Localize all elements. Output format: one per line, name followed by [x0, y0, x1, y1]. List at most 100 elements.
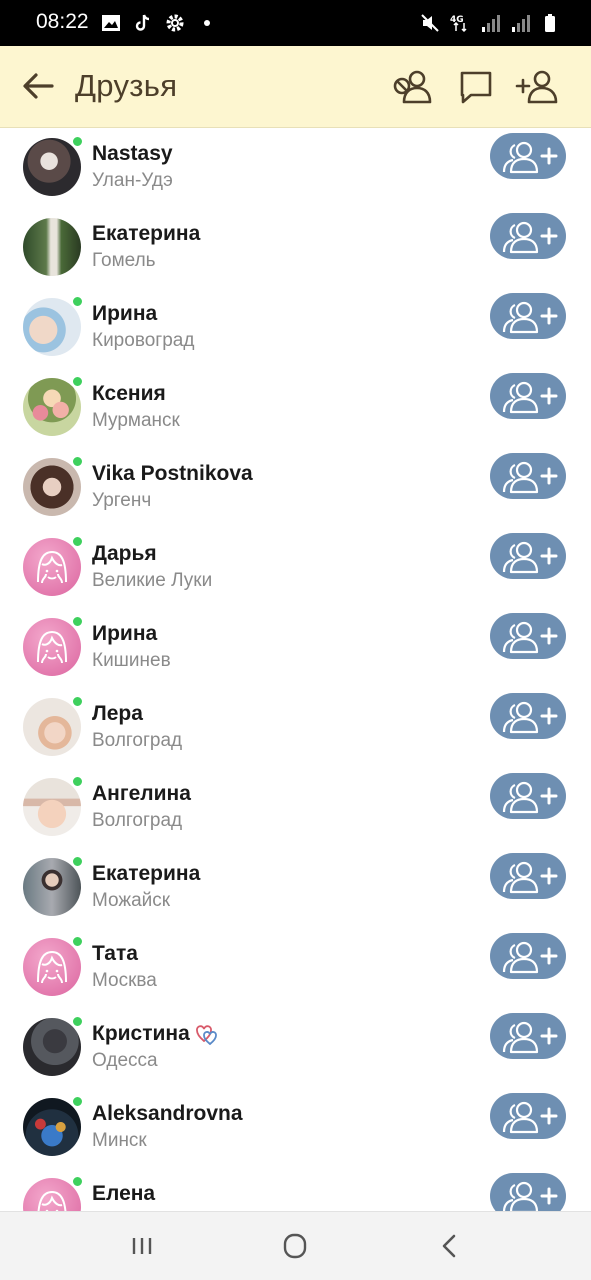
add-friend-icon [502, 621, 558, 654]
avatar-placeholder[interactable] [23, 618, 81, 676]
friend-name[interactable]: Екатерина [92, 222, 200, 246]
add-friend-button[interactable] [490, 933, 566, 979]
add-friend-icon[interactable] [514, 64, 560, 110]
friend-name[interactable]: Дарья [92, 542, 157, 566]
friend-name[interactable]: Екатерина [92, 862, 200, 886]
4g-signal-icon: 4G [450, 15, 467, 33]
mute-icon [421, 14, 439, 32]
add-friend-button[interactable] [490, 1173, 566, 1211]
friend-city: Мурманск [92, 410, 180, 431]
add-friend-button[interactable] [490, 133, 566, 179]
online-indicator [72, 296, 83, 307]
add-friend-icon [502, 1021, 558, 1054]
online-indicator [72, 1016, 83, 1027]
online-indicator [72, 776, 83, 787]
signal-icon [512, 15, 530, 32]
avatar-placeholder[interactable] [23, 538, 81, 596]
add-friend-button[interactable] [490, 693, 566, 739]
friend-row[interactable]: Тата Москва [0, 928, 591, 1008]
friend-name[interactable]: Ирина [92, 622, 157, 646]
avatar[interactable] [23, 858, 81, 916]
friend-list[interactable]: Nastasy Улан-Удэ Екатерина Гомель Ирина … [0, 128, 591, 1211]
friend-row[interactable]: Екатерина Можайск [0, 848, 591, 928]
add-friend-icon [502, 781, 558, 814]
add-friend-icon [502, 541, 558, 574]
friends-mutual-icon[interactable] [390, 64, 436, 110]
friend-name[interactable]: Ангелина [92, 782, 191, 806]
friend-row[interactable]: Ангелина Волгоград [0, 768, 591, 848]
avatar[interactable] [23, 778, 81, 836]
online-indicator [72, 616, 83, 627]
status-time: 08:22 [36, 10, 89, 33]
friend-name[interactable]: Елена [92, 1182, 155, 1206]
back-icon[interactable] [430, 1230, 470, 1262]
online-indicator [72, 376, 83, 387]
add-friend-button[interactable] [490, 1013, 566, 1059]
friend-city: Гомель [92, 250, 156, 271]
home-icon[interactable] [275, 1230, 315, 1262]
friend-row[interactable]: Ксения Мурманск [0, 368, 591, 448]
friend-row[interactable]: Кристина Одесса [0, 1008, 591, 1088]
friend-row[interactable]: Екатерина Гомель [0, 208, 591, 288]
online-indicator [72, 1096, 83, 1107]
friend-row[interactable]: Елена [0, 1168, 591, 1211]
system-nav-bar [0, 1211, 591, 1280]
add-friend-button[interactable] [490, 293, 566, 339]
add-friend-button[interactable] [490, 453, 566, 499]
friend-name[interactable]: Aleksandrovna [92, 1102, 243, 1126]
image-icon [102, 15, 120, 31]
default-avatar-icon [23, 618, 81, 676]
add-friend-button[interactable] [490, 533, 566, 579]
add-friend-icon [502, 461, 558, 494]
add-friend-button[interactable] [490, 373, 566, 419]
online-indicator [72, 536, 83, 547]
friend-name[interactable]: Ксения [92, 382, 166, 406]
friend-name[interactable]: Nastasy [92, 142, 173, 166]
add-friend-button[interactable] [490, 613, 566, 659]
online-indicator [72, 856, 83, 867]
friend-city: Минск [92, 1130, 147, 1151]
add-friend-icon [502, 221, 558, 254]
tiktok-icon [135, 14, 150, 31]
friend-city: Кишинев [92, 650, 171, 671]
friend-name[interactable]: Лера [92, 702, 143, 726]
messages-icon[interactable] [452, 64, 498, 110]
avatar[interactable] [23, 698, 81, 756]
friend-row[interactable]: Nastasy Улан-Удэ [0, 128, 591, 208]
friend-name[interactable]: Кристина [92, 1022, 190, 1046]
page-title: Друзья [75, 68, 178, 103]
friend-city: Волгоград [92, 730, 183, 751]
default-avatar-icon [23, 938, 81, 996]
friend-row[interactable]: Vika Postnikova Ургенч [0, 448, 591, 528]
arrow-left-icon[interactable] [18, 66, 58, 106]
avatar[interactable] [23, 218, 81, 276]
add-friend-button[interactable] [490, 213, 566, 259]
online-indicator [72, 136, 83, 147]
friend-city: Можайск [92, 890, 171, 911]
default-avatar-icon [23, 538, 81, 596]
avatar[interactable] [23, 1018, 81, 1076]
gear-icon [166, 14, 184, 32]
friend-name[interactable]: Vika Postnikova [92, 462, 253, 486]
avatar[interactable] [23, 1098, 81, 1156]
recent-apps-icon[interactable] [122, 1230, 162, 1262]
friend-row[interactable]: Лера Волгоград [0, 688, 591, 768]
signal-icon [482, 15, 500, 32]
friend-row[interactable]: Ирина Кировоград [0, 288, 591, 368]
add-friend-button[interactable] [490, 853, 566, 899]
add-friend-icon [502, 941, 558, 974]
add-friend-button[interactable] [490, 1093, 566, 1139]
avatar[interactable] [23, 298, 81, 356]
friend-row[interactable]: Ирина Кишинев [0, 608, 591, 688]
avatar[interactable] [23, 138, 81, 196]
avatar[interactable] [23, 378, 81, 436]
avatar-placeholder[interactable] [23, 938, 81, 996]
add-friend-button[interactable] [490, 773, 566, 819]
friend-name[interactable]: Тата [92, 942, 138, 966]
friend-row[interactable]: Aleksandrovna Минск [0, 1088, 591, 1168]
add-friend-icon [502, 301, 558, 334]
friend-row[interactable]: Дарья Великие Луки [0, 528, 591, 608]
friend-city: Кировоград [92, 330, 195, 351]
friend-name[interactable]: Ирина [92, 302, 157, 326]
avatar[interactable] [23, 458, 81, 516]
